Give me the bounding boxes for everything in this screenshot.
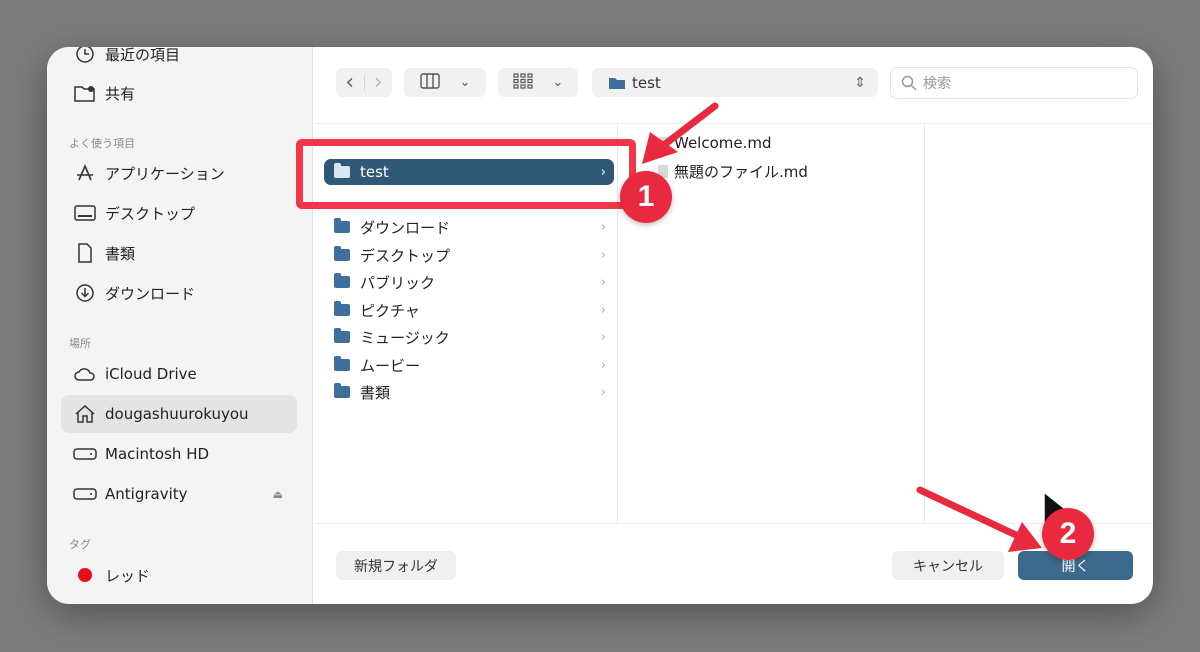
- sidebar-item-label: ダウンロード: [105, 284, 196, 303]
- highlight-box-test-folder: [296, 139, 636, 209]
- toolbar: ‹ › ⌄ ⌄ test ⇕ 検索: [312, 47, 1153, 119]
- sidebar-item-label: 書類: [105, 244, 136, 263]
- row-label: ムービー: [360, 356, 421, 375]
- group-by-button[interactable]: ⌄: [498, 68, 578, 97]
- sidebar-item-icloud-drive[interactable]: iCloud Drive: [61, 355, 297, 393]
- sidebar-item-macintosh-hd[interactable]: Macintosh HD: [61, 435, 297, 473]
- sidebar-item-label: レッド: [105, 566, 151, 585]
- forward-button[interactable]: ›: [365, 70, 393, 95]
- shared-folder-icon: [71, 81, 99, 105]
- back-button[interactable]: ‹: [336, 70, 364, 95]
- chevron-right-icon: ›: [600, 357, 606, 373]
- row-label: 書類: [360, 383, 391, 402]
- download-icon: [71, 281, 99, 305]
- sidebar: 最近の項目 共有 よく使う項目 アプリケーション デスクトップ 書類 ダウンロー…: [47, 47, 313, 604]
- search-placeholder: 検索: [923, 76, 951, 92]
- folder-row[interactable]: 書類 ›: [324, 379, 614, 405]
- sidebar-item-label: dougashuurokuyou: [105, 405, 249, 423]
- sidebar-item-documents[interactable]: 書類: [61, 234, 297, 272]
- path-popup[interactable]: test ⇕: [592, 68, 878, 97]
- file-label: 無題のファイル.md: [674, 163, 808, 181]
- eject-icon[interactable]: ⏏: [273, 488, 283, 501]
- applications-icon: [71, 161, 99, 185]
- sidebar-item-label: デスクトップ: [105, 204, 196, 223]
- cloud-icon: [71, 362, 99, 386]
- chevron-right-icon: ›: [600, 274, 606, 290]
- red-tag-icon: [71, 563, 99, 587]
- folder-row[interactable]: ダウンロード ›: [324, 214, 614, 240]
- search-field[interactable]: 検索: [890, 67, 1138, 99]
- folder-icon: [334, 246, 350, 261]
- chevron-down-icon: ⌄: [459, 75, 471, 90]
- row-label: ピクチャ: [360, 301, 420, 320]
- sidebar-item-label: 最近の項目: [105, 47, 181, 64]
- row-label: ミュージック: [360, 328, 450, 347]
- sidebar-item-recent[interactable]: 最近の項目: [61, 47, 297, 73]
- step-badge-2: 2: [1042, 508, 1094, 560]
- sidebar-item-shared[interactable]: 共有: [61, 74, 297, 112]
- sidebar-item-label: iCloud Drive: [105, 365, 197, 383]
- folder-row[interactable]: ピクチャ ›: [324, 297, 614, 323]
- open-file-dialog: 最近の項目 共有 よく使う項目 アプリケーション デスクトップ 書類 ダウンロー…: [47, 47, 1153, 604]
- chevron-right-icon: ›: [600, 302, 606, 318]
- sidebar-item-label: Macintosh HD: [105, 445, 210, 463]
- dialog-footer: 新規フォルダ キャンセル 開く: [312, 523, 1153, 604]
- disk-icon: [71, 482, 99, 506]
- back-forward-control: ‹ ›: [336, 68, 392, 97]
- chevron-down-icon: ⌄: [552, 75, 564, 90]
- folder-icon: [334, 356, 350, 371]
- file-icon: [658, 136, 668, 150]
- row-label: ダウンロード: [360, 218, 451, 237]
- chevron-right-icon: ›: [600, 329, 606, 345]
- view-mode-button[interactable]: ⌄: [404, 68, 486, 97]
- stepper-icon: ⇕: [854, 74, 866, 91]
- cancel-button[interactable]: キャンセル: [892, 551, 1004, 580]
- desktop-icon: [71, 201, 99, 225]
- clock-icon: [71, 47, 99, 66]
- sidebar-item-desktop[interactable]: デスクトップ: [61, 194, 297, 232]
- new-folder-button[interactable]: 新規フォルダ: [336, 551, 456, 580]
- sidebar-item-label: アプリケーション: [105, 164, 225, 183]
- favorites-heading: よく使う項目: [69, 137, 135, 150]
- locations-heading: 場所: [69, 337, 91, 350]
- search-icon: [901, 75, 917, 91]
- row-label: パブリック: [360, 273, 436, 292]
- disk-icon: [71, 442, 99, 466]
- file-label: Welcome.md: [674, 134, 772, 152]
- sidebar-item-tag-red[interactable]: レッド: [61, 556, 297, 594]
- file-row-welcome[interactable]: Welcome.md: [658, 134, 772, 152]
- folder-row[interactable]: パブリック ›: [324, 269, 614, 295]
- grid-view-icon: [512, 72, 533, 93]
- sidebar-item-label: Antigravity: [105, 485, 188, 503]
- chevron-right-icon: ›: [600, 219, 606, 235]
- sidebar-item-applications[interactable]: アプリケーション: [61, 154, 297, 192]
- home-icon: [71, 402, 99, 426]
- folder-row[interactable]: ムービー ›: [324, 352, 614, 378]
- folder-icon: [334, 328, 350, 343]
- folder-icon: [608, 76, 626, 90]
- folder-icon: [334, 301, 350, 316]
- sidebar-item-antigravity[interactable]: Antigravity ⏏: [61, 475, 297, 513]
- tags-heading: タグ: [69, 538, 91, 551]
- path-label: test: [632, 73, 661, 92]
- step-badge-1: 1: [620, 171, 672, 223]
- row-label: デスクトップ: [360, 246, 451, 265]
- folder-icon: [334, 218, 350, 233]
- folder-icon: [334, 383, 350, 398]
- folder-row[interactable]: ミュージック ›: [324, 324, 614, 350]
- folder-icon: [334, 273, 350, 288]
- chevron-right-icon: ›: [600, 384, 606, 400]
- folder-row[interactable]: デスクトップ ›: [324, 242, 614, 268]
- file-row-untitled[interactable]: 無題のファイル.md: [658, 161, 808, 182]
- columns-view-icon: [419, 72, 440, 93]
- sidebar-item-label: 共有: [105, 84, 136, 103]
- chevron-right-icon: ›: [600, 247, 606, 263]
- sidebar-item-downloads[interactable]: ダウンロード: [61, 274, 297, 312]
- sidebar-item-home[interactable]: dougashuurokuyou: [61, 395, 297, 433]
- document-icon: [71, 241, 99, 265]
